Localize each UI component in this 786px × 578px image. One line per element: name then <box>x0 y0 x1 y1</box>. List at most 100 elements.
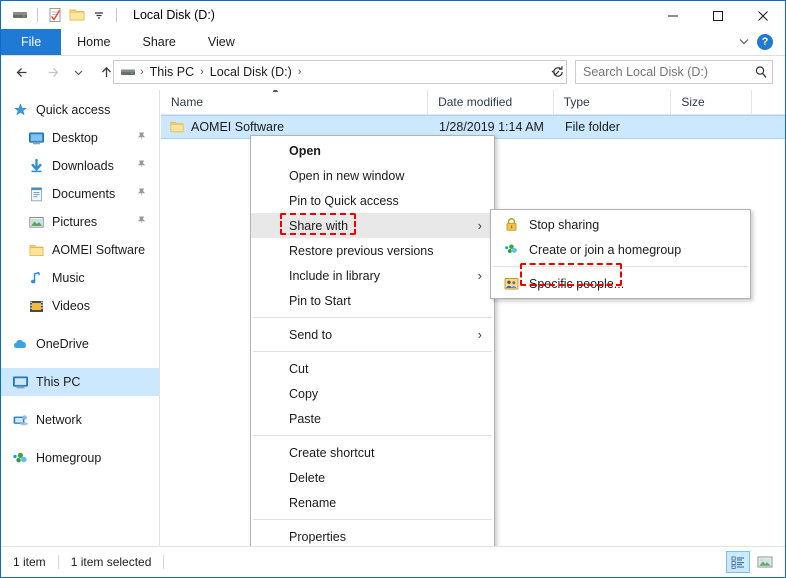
pictures-icon <box>27 213 45 231</box>
sidebar-item-aomei-software[interactable]: AOMEI Software <box>1 236 159 264</box>
breadcrumb-sep-2[interactable]: › <box>296 66 304 78</box>
menu-item-open[interactable]: Open <box>251 138 494 163</box>
refresh-button[interactable] <box>547 60 569 84</box>
column-header-label: Type <box>563 95 590 109</box>
sidebar-item-homegroup[interactable]: Homegroup <box>1 444 159 472</box>
breadcrumb-sep-0: › <box>140 66 144 78</box>
menu-item-delete[interactable]: Delete <box>251 465 494 490</box>
sidebar-item-onedrive[interactable]: OneDrive <box>1 330 159 358</box>
menu-separator <box>253 519 492 520</box>
context-menu[interactable]: Open Open in new window Pin to Quick acc… <box>250 135 495 552</box>
pin-icon[interactable] <box>136 159 147 173</box>
menu-item-specific-people[interactable]: Specific people... <box>491 271 750 296</box>
status-item-count: 1 item <box>13 555 46 569</box>
share-with-submenu[interactable]: Stop sharing Create or join a homegroup <box>490 209 751 299</box>
menu-item-restore-previous-versions[interactable]: Restore previous versions <box>251 238 494 263</box>
large-icons-view-button[interactable] <box>753 551 777 573</box>
folder-icon <box>169 119 185 135</box>
pin-icon[interactable] <box>136 131 147 145</box>
column-header-date-modified[interactable]: Date modified <box>428 90 554 114</box>
tab-file[interactable]: File <box>1 29 62 55</box>
ribbon-tabs: File Home Share View ? <box>1 29 785 56</box>
recent-locations-chevron-icon[interactable] <box>65 59 91 85</box>
sidebar-label: Desktop <box>52 131 98 145</box>
pin-icon[interactable] <box>136 187 147 201</box>
menu-item-label: Open <box>289 143 321 158</box>
videos-icon <box>27 297 45 315</box>
tab-share[interactable]: Share <box>127 29 192 55</box>
details-view-button[interactable] <box>726 551 750 573</box>
sidebar-item-documents[interactable]: Documents <box>1 180 159 208</box>
menu-separator <box>493 266 748 267</box>
chevron-right-icon: › <box>477 268 482 283</box>
sidebar-label: Downloads <box>52 159 114 173</box>
menu-item-share-with[interactable]: Share with › <box>251 213 494 238</box>
column-header-extra[interactable] <box>752 90 785 114</box>
sidebar-label: AOMEI Software <box>52 243 146 257</box>
menu-item-label: Specific people... <box>529 276 625 291</box>
search-box[interactable] <box>575 60 773 84</box>
homegroup-icon <box>11 449 29 467</box>
menu-separator <box>253 317 492 318</box>
menu-item-rename[interactable]: Rename <box>251 490 494 515</box>
sidebar-item-this-pc[interactable]: This PC <box>1 368 159 396</box>
breadcrumb-item-this-pc[interactable]: This PC <box>146 65 198 79</box>
properties-icon[interactable] <box>44 4 66 26</box>
search-icon[interactable] <box>750 65 772 79</box>
tab-home[interactable]: Home <box>61 29 126 55</box>
help-icon[interactable]: ? <box>757 34 773 50</box>
menu-item-open-in-new-window[interactable]: Open in new window <box>251 163 494 188</box>
customize-chevron-icon[interactable] <box>88 4 110 26</box>
breadcrumb-item-local-disk[interactable]: Local Disk (D:) <box>206 65 296 79</box>
column-header-type[interactable]: Type <box>554 90 672 114</box>
file-type-cell: File folder <box>565 120 620 134</box>
menu-item-pin-to-quick-access[interactable]: Pin to Quick access <box>251 188 494 213</box>
chevron-right-icon: › <box>477 327 482 342</box>
sidebar-item-quick-access[interactable]: Quick access <box>1 96 159 124</box>
sidebar-item-pictures[interactable]: Pictures <box>1 208 159 236</box>
menu-item-pin-to-start[interactable]: Pin to Start <box>251 288 494 313</box>
menu-item-include-in-library[interactable]: Include in library › <box>251 263 494 288</box>
menu-item-label: Restore previous versions <box>289 243 434 258</box>
menu-item-label: Create shortcut <box>289 445 375 460</box>
tab-view[interactable]: View <box>192 29 251 55</box>
search-input[interactable] <box>576 64 750 80</box>
sidebar-item-music[interactable]: Music <box>1 264 159 292</box>
maximize-button[interactable] <box>695 1 740 31</box>
pin-icon[interactable] <box>136 215 147 229</box>
ribbon-expand-chevron-icon[interactable] <box>737 34 751 51</box>
star-pin-icon <box>11 101 29 119</box>
menu-item-cut[interactable]: Cut <box>251 356 494 381</box>
drive-icon[interactable] <box>9 4 31 26</box>
menu-item-label: Include in library <box>289 268 381 283</box>
file-explorer-window: Local Disk (D:) File Home Share View ? ›… <box>0 0 786 578</box>
toolbar-separator-2 <box>116 8 117 22</box>
sidebar-item-downloads[interactable]: Downloads <box>1 152 159 180</box>
minimize-button[interactable] <box>650 1 695 31</box>
column-header-size[interactable]: Size <box>671 90 753 114</box>
menu-item-create-or-join-homegroup[interactable]: Create or join a homegroup <box>491 237 750 262</box>
close-button[interactable] <box>740 1 785 31</box>
homegroup-icon <box>503 242 519 258</box>
sidebar-item-videos[interactable]: Videos <box>1 292 159 320</box>
sidebar-label: OneDrive <box>36 337 89 351</box>
forward-button[interactable] <box>39 59 65 85</box>
back-button[interactable] <box>9 59 35 85</box>
sidebar-item-desktop[interactable]: Desktop <box>1 124 159 152</box>
menu-item-create-shortcut[interactable]: Create shortcut <box>251 440 494 465</box>
menu-item-copy[interactable]: Copy <box>251 381 494 406</box>
new-folder-icon[interactable] <box>66 4 88 26</box>
column-header-name[interactable]: ▲ Name <box>161 90 429 114</box>
menu-item-label: Rename <box>289 495 337 510</box>
navigation-pane[interactable]: Quick access Desktop Downloads Documents… <box>1 90 160 547</box>
sidebar-item-network[interactable]: Network <box>1 406 159 434</box>
menu-item-paste[interactable]: Paste <box>251 406 494 431</box>
menu-item-stop-sharing[interactable]: Stop sharing <box>491 212 750 237</box>
menu-item-send-to[interactable]: Send to › <box>251 322 494 347</box>
sidebar-label: Quick access <box>36 103 111 117</box>
sidebar-label: Music <box>52 271 85 285</box>
breadcrumb[interactable]: › This PC › Local Disk (D:) › <box>113 60 567 84</box>
downloads-icon <box>27 157 45 175</box>
